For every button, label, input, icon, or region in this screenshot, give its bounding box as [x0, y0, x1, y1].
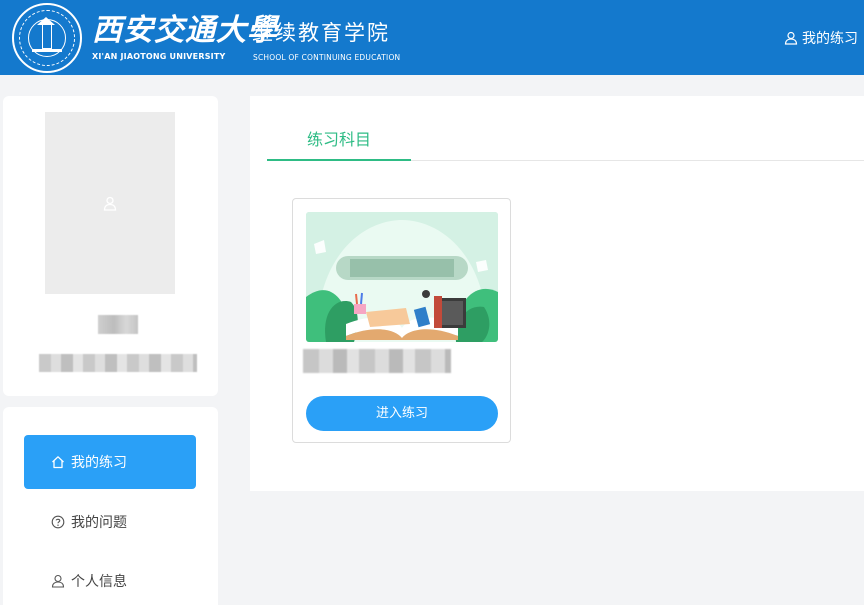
avatar-placeholder-icon [103, 196, 117, 211]
redacted-user-id [39, 354, 197, 372]
question-circle-icon [51, 515, 65, 529]
subject-card: 进入练习 [292, 198, 511, 443]
header-user-link-label: 我的练习 [802, 31, 858, 47]
redacted-user-name [98, 315, 138, 334]
tab-bar: 练习科目 [267, 126, 864, 161]
sidebar-item-label: 个人信息 [71, 574, 127, 590]
user-icon [51, 574, 65, 588]
school-name-cn: 继续教育学院 [252, 21, 390, 45]
avatar [45, 112, 175, 294]
book-illustration-icon [306, 212, 498, 342]
sidebar-item-label: 我的问题 [71, 515, 127, 531]
sidebar-menu: 我的练习 我的问题 个人信息 [3, 407, 218, 605]
sidebar-item-label: 我的练习 [71, 455, 127, 471]
university-name-en: XI'AN JIAOTONG UNIVERSITY [92, 52, 226, 61]
sidebar-item-personal-info[interactable]: 个人信息 [24, 554, 196, 605]
university-name-cn: 西安交通大學 [92, 13, 278, 48]
main-content: 练习科目 进入练习 [250, 96, 864, 491]
redacted-subject-name [303, 349, 451, 373]
sidebar-item-my-practice[interactable]: 我的练习 [24, 435, 196, 489]
school-name-en: SCHOOL OF CONTINUING EDUCATION [253, 53, 401, 62]
home-icon [52, 456, 64, 469]
user-icon [784, 31, 798, 45]
subject-cover-image [306, 212, 498, 342]
top-header: 西安交通大學 XI'AN JIAOTONG UNIVERSITY 继续教育学院 … [0, 0, 864, 75]
university-emblem-logo [12, 3, 82, 73]
header-my-practice-link[interactable]: 我的练习 [784, 28, 858, 48]
profile-card [3, 96, 218, 396]
sidebar-item-my-questions[interactable]: 我的问题 [24, 495, 196, 549]
tab-practice-subjects[interactable]: 练习科目 [267, 126, 411, 161]
enter-practice-button[interactable]: 进入练习 [306, 396, 498, 431]
